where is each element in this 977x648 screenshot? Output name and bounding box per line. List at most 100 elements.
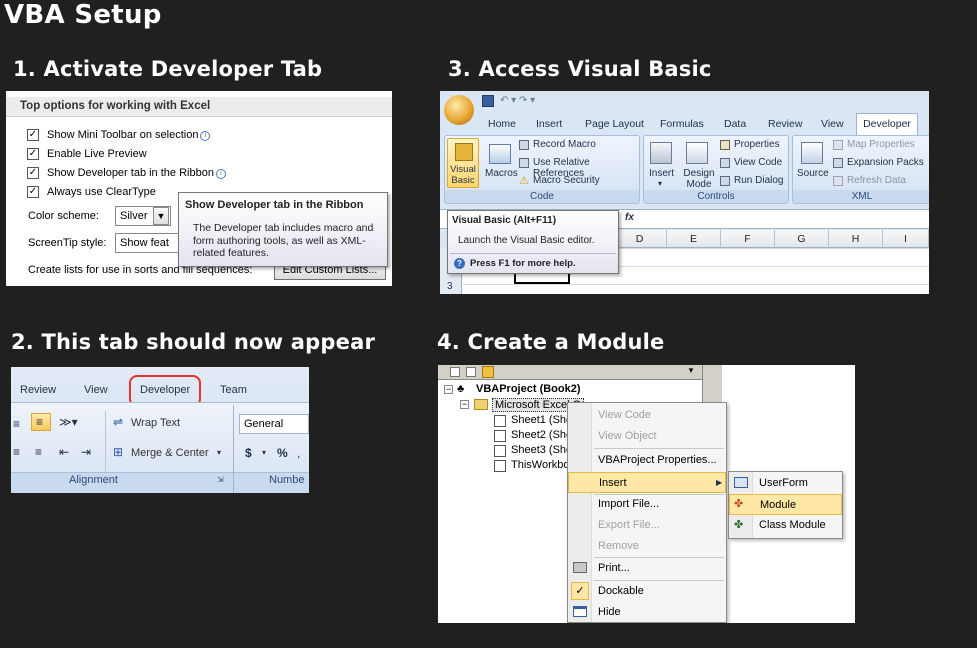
page-title: VBA Setup xyxy=(4,0,162,30)
column-header-h[interactable]: H xyxy=(829,230,883,248)
expansion-packs-button[interactable]: Expansion Packs xyxy=(847,157,924,168)
chevron-down-icon[interactable]: ▾ xyxy=(262,448,266,457)
visual-basic-button[interactable]: Visual Basic xyxy=(447,138,479,188)
tab-review[interactable]: Review xyxy=(768,118,802,130)
tab-home[interactable]: Home xyxy=(488,118,516,130)
tree-item-sheet3[interactable]: Sheet3 (She xyxy=(511,444,572,456)
menu-item-export-file[interactable]: Export File... xyxy=(568,515,726,536)
insert-controls-button[interactable]: Insert xyxy=(649,168,674,179)
checkbox-live-preview[interactable]: ✓ xyxy=(27,148,39,160)
merge-center-button[interactable]: Merge & Center xyxy=(131,447,209,459)
tab-insert[interactable]: Insert xyxy=(536,118,562,130)
menu-item-import-file[interactable]: Import File... xyxy=(568,494,726,515)
menu-item-project-properties[interactable]: VBAProject Properties... xyxy=(568,450,726,471)
view-code-icon[interactable] xyxy=(466,367,476,377)
tab-review[interactable]: Review xyxy=(20,384,56,396)
decrease-indent-icon[interactable]: ⇤ xyxy=(59,445,69,459)
checkbox-cleartype[interactable]: ✓ xyxy=(27,186,39,198)
submenu-item-module[interactable]: Module xyxy=(729,494,842,515)
warning-icon: ⚠ xyxy=(519,175,529,187)
tooltip-body: The Developer tab includes macro and for… xyxy=(193,222,374,259)
menu-item-dockable[interactable]: Dockable xyxy=(568,581,726,602)
chevron-down-icon[interactable]: ▾ xyxy=(217,448,221,457)
row-header-3[interactable]: 3 xyxy=(447,281,453,292)
refresh-data-button[interactable]: Refresh Data xyxy=(847,175,906,186)
number-group-label: Numbe xyxy=(269,474,305,486)
collapse-icon[interactable]: − xyxy=(444,385,453,394)
increase-indent-icon[interactable]: ⇥ xyxy=(81,445,91,459)
screentip-select[interactable]: Show feat xyxy=(115,233,185,253)
column-header-e[interactable]: E xyxy=(667,230,721,248)
record-macro-button[interactable]: Record Macro xyxy=(533,139,596,150)
save-icon[interactable] xyxy=(482,95,494,107)
dialog-launcher-icon[interactable]: ⇲ xyxy=(217,475,224,484)
toggle-folders-icon[interactable] xyxy=(482,366,494,378)
vb-tooltip-body: Launch the Visual Basic editor. xyxy=(458,235,595,246)
comma-icon[interactable]: , xyxy=(297,446,300,460)
run-dialog-button[interactable]: Run Dialog xyxy=(734,175,783,186)
tab-formulas[interactable]: Formulas xyxy=(660,118,704,130)
view-code-button[interactable]: View Code xyxy=(734,157,782,168)
option-mini-toolbar: Show Mini Toolbar on selection i xyxy=(47,129,211,141)
menu-item-print[interactable]: Print... xyxy=(568,558,726,579)
orientation-icon[interactable]: ≫▾ xyxy=(59,415,78,429)
folder-icon xyxy=(474,399,488,410)
code-group-label: Code xyxy=(445,190,639,203)
source-button[interactable]: Source xyxy=(797,168,829,179)
chevron-down-icon[interactable]: ▼ xyxy=(153,207,169,225)
option-live-preview: Enable Live Preview xyxy=(47,148,147,160)
scroll-down-icon[interactable]: ▾ xyxy=(685,365,697,380)
view-object-icon[interactable] xyxy=(450,367,460,377)
design-mode-button[interactable]: Design Mode xyxy=(682,168,716,190)
column-header-g[interactable]: G xyxy=(775,230,829,248)
tree-item-thisworkbook[interactable]: ThisWorkboo xyxy=(511,459,576,471)
submenu-item-class-module[interactable]: Class Module xyxy=(729,515,842,536)
menu-item-view-object[interactable]: View Object xyxy=(568,426,726,447)
insert-submenu: UserForm Module ✤ ✤ Class Module xyxy=(728,471,843,539)
tab-developer[interactable]: Developer xyxy=(856,113,918,135)
menu-item-view-code[interactable]: View Code xyxy=(568,405,726,426)
tab-team[interactable]: Team xyxy=(220,384,247,396)
menu-item-insert[interactable]: Insert xyxy=(568,472,726,493)
properties-button[interactable]: Properties xyxy=(734,139,780,150)
tree-item-sheet2[interactable]: Sheet2 (She xyxy=(511,429,572,441)
option-cleartype: Always use ClearType xyxy=(47,186,156,198)
visual-basic-icon xyxy=(455,143,473,161)
design-mode-icon xyxy=(686,142,708,164)
alignment-group-footer xyxy=(11,472,233,493)
tab-view[interactable]: View xyxy=(84,384,108,396)
align-right-icon[interactable]: ≡ xyxy=(35,445,42,459)
excel-options-screenshot: Top options for working with Excel ✓ Sho… xyxy=(6,91,392,286)
wrap-text-button[interactable]: Wrap Text xyxy=(131,417,180,429)
column-header-d[interactable]: D xyxy=(613,230,667,248)
undo-icon[interactable]: ↶ ▾ ↷ ▾ xyxy=(500,95,535,106)
office-button-icon[interactable] xyxy=(444,95,474,125)
macros-button[interactable]: Macros xyxy=(485,168,518,179)
map-properties-button[interactable]: Map Properties xyxy=(847,139,915,150)
visual-basic-label: Visual Basic xyxy=(450,164,476,186)
tab-page-layout[interactable]: Page Layout xyxy=(585,118,644,130)
menu-item-remove[interactable]: Remove xyxy=(568,536,726,557)
align-bottom-button[interactable]: ≡ xyxy=(31,413,51,431)
vba-project-explorer-screenshot: ▾ − ♣ VBAProject (Book2) − Microsoft Exc… xyxy=(438,365,855,623)
tree-item-sheet1[interactable]: Sheet1 (She xyxy=(511,414,572,426)
fx-icon[interactable]: fx xyxy=(625,212,634,223)
align-center-icon[interactable]: ≡ xyxy=(13,445,20,459)
percent-button[interactable]: % xyxy=(277,446,288,460)
tab-view[interactable]: View xyxy=(821,118,844,130)
menu-item-hide[interactable]: Hide xyxy=(568,602,726,623)
macro-security-button[interactable]: Macro Security xyxy=(533,175,600,186)
collapse-icon[interactable]: − xyxy=(460,400,469,409)
submenu-arrow-icon: ▶ xyxy=(716,478,723,487)
number-format-select[interactable]: General xyxy=(239,414,309,434)
align-left-icon[interactable]: ≡ xyxy=(13,417,20,431)
column-header-f[interactable]: F xyxy=(721,230,775,248)
divider xyxy=(105,411,106,471)
currency-button[interactable]: $ xyxy=(245,446,252,460)
column-header-i[interactable]: I xyxy=(883,230,929,248)
vba-project-node[interactable]: VBAProject (Book2) xyxy=(476,383,581,395)
tab-data[interactable]: Data xyxy=(724,118,746,130)
checkbox-mini-toolbar[interactable]: ✓ xyxy=(27,129,39,141)
submenu-item-userform[interactable]: UserForm xyxy=(729,473,842,494)
checkbox-developer-tab[interactable]: ✓ xyxy=(27,167,39,179)
